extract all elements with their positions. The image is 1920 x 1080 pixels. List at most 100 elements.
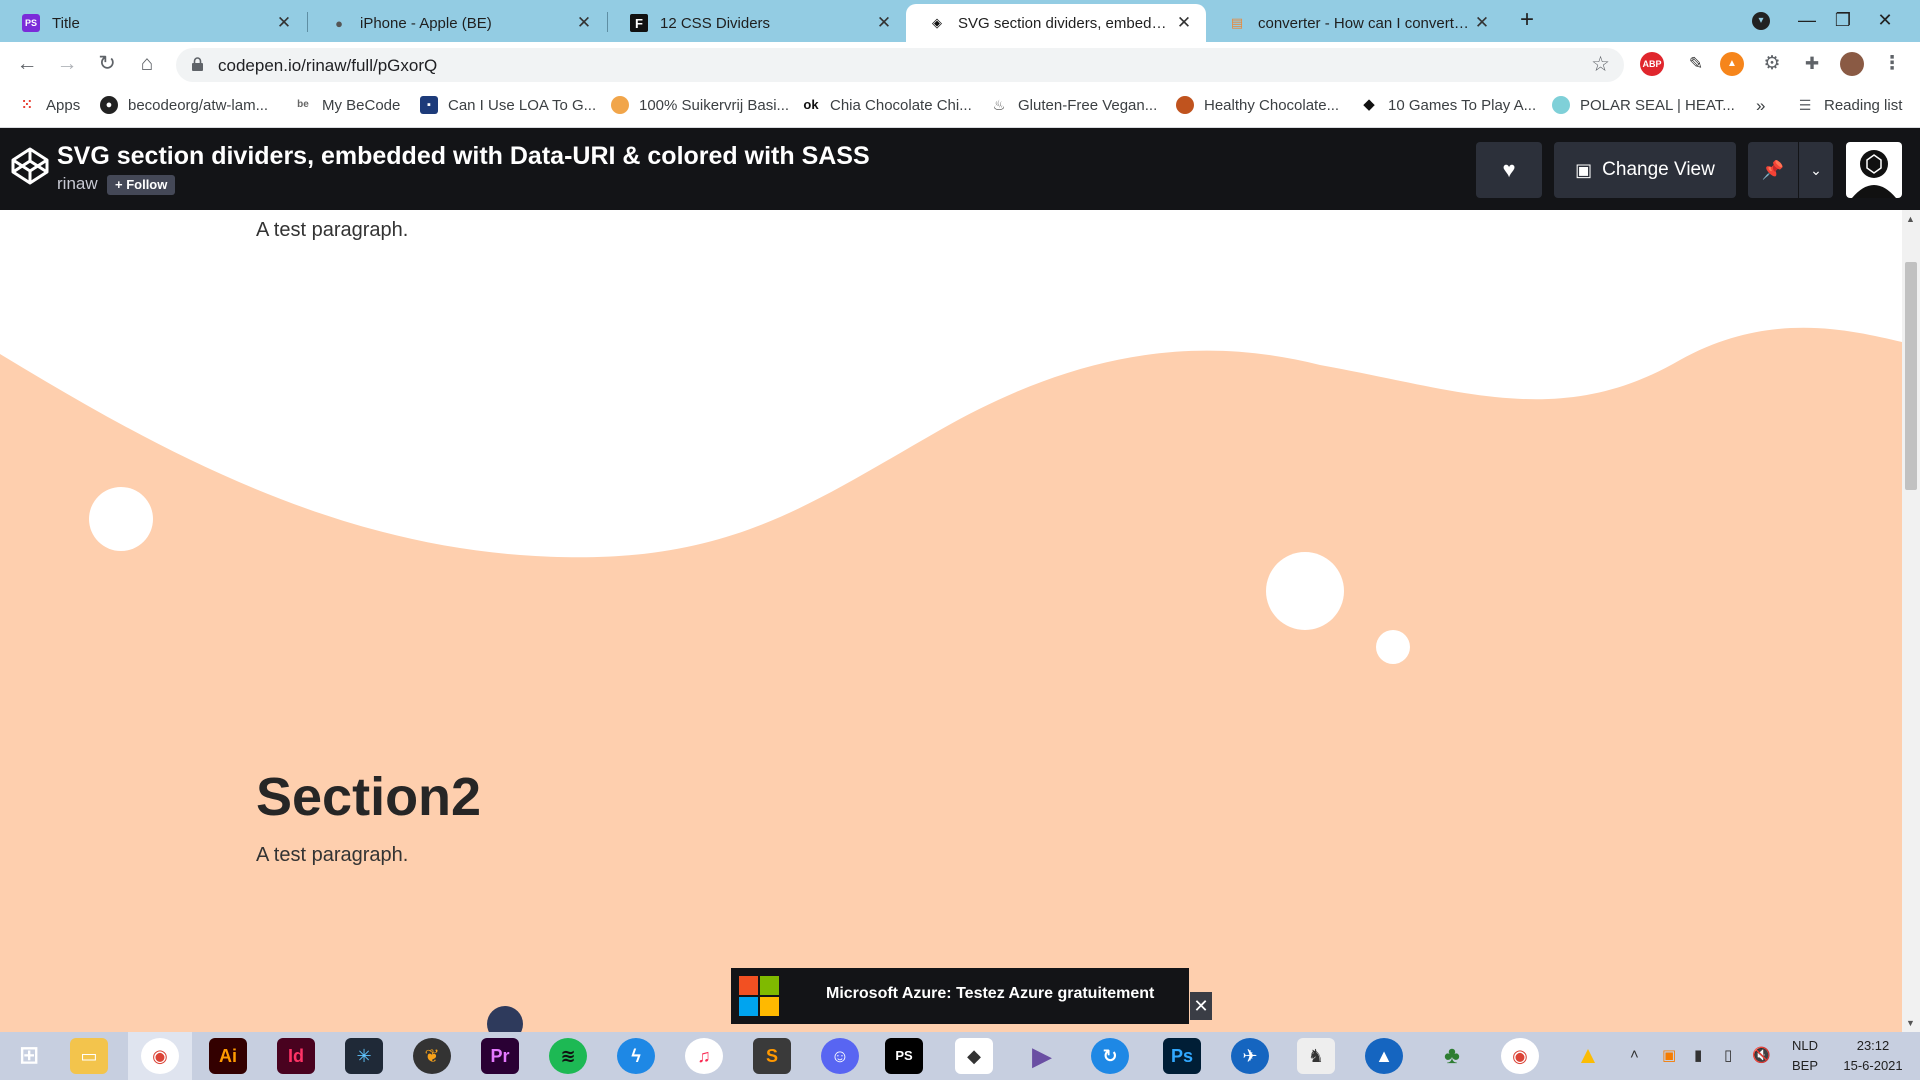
bookmarks-bar: ⁙ Apps ● becodeorg/atw-lam... be My BeCo… xyxy=(0,86,1920,128)
window-close-icon[interactable]: ✕ xyxy=(1862,0,1908,42)
chevron-down-icon: ⌄ xyxy=(1810,161,1822,178)
vertical-scrollbar[interactable]: ▲ ▼ xyxy=(1902,210,1920,1032)
input-language[interactable]: NLD BEP xyxy=(1792,1036,1818,1076)
reading-list-button[interactable]: ☰ Reading list xyxy=(1796,96,1903,114)
battery-icon[interactable]: ▯ xyxy=(1724,1046,1732,1064)
close-icon[interactable]: ✕ xyxy=(1472,13,1492,33)
sublime-icon[interactable]: S xyxy=(753,1038,791,1074)
scroll-down-icon[interactable]: ▼ xyxy=(1906,1018,1915,1028)
like-button[interactable]: ♥ xyxy=(1476,142,1542,198)
messenger-icon[interactable]: ϟ xyxy=(617,1038,655,1074)
premiere-icon[interactable]: Pr xyxy=(481,1038,519,1074)
bookmark-item[interactable]: Healthy Chocolate... xyxy=(1176,96,1339,114)
bookmark-item[interactable]: be My BeCode xyxy=(294,96,400,114)
network-app-icon[interactable]: ✈ xyxy=(1231,1038,1269,1074)
bookmark-star-icon[interactable]: ☆ xyxy=(1591,52,1610,77)
restore-icon[interactable]: ❐ xyxy=(1820,0,1866,42)
close-icon[interactable]: ✕ xyxy=(1174,13,1194,33)
gear-icon[interactable]: ⚙ xyxy=(1760,52,1784,76)
puzzle-icon[interactable]: ✚ xyxy=(1800,52,1824,76)
pen-author-link[interactable]: rinaw xyxy=(57,174,98,194)
address-bar[interactable]: codepen.io/rinaw/full/pGxorQ ☆ xyxy=(176,48,1624,82)
pen-extension-icon[interactable]: ✎ xyxy=(1684,52,1708,76)
file-explorer-icon[interactable]: ▭ xyxy=(70,1038,108,1074)
reload-icon[interactable]: ↻ xyxy=(93,50,121,78)
photoshop-icon[interactable]: Ps xyxy=(1163,1038,1201,1074)
bookmarks-overflow-button[interactable]: » xyxy=(1756,96,1765,116)
bookmark-item[interactable]: POLAR SEAL | HEAT... xyxy=(1552,96,1735,114)
bookmark-item[interactable]: ▪ Can I Use LOA To G... xyxy=(420,96,596,114)
sync-icon[interactable]: ↻ xyxy=(1091,1038,1129,1074)
back-icon[interactable]: ← xyxy=(13,50,41,78)
codepen-logo-icon[interactable] xyxy=(10,146,50,186)
tab-title[interactable]: PS Title ✕ xyxy=(0,4,306,42)
metamask-icon[interactable]: ▲ xyxy=(1720,52,1744,76)
clock[interactable]: 23:12 15-6-2021 xyxy=(1828,1036,1918,1076)
bookmark-item[interactable]: ♨ Gluten-Free Vegan... xyxy=(990,96,1158,114)
spotify-icon[interactable]: ≋ xyxy=(549,1038,587,1074)
forward-icon[interactable]: → xyxy=(53,50,81,78)
tab-label: iPhone - Apple (BE) xyxy=(360,14,492,32)
follow-button[interactable]: + Follow xyxy=(107,175,176,195)
adblock-icon[interactable]: ABP xyxy=(1640,52,1664,76)
phpstorm-taskbar-icon[interactable]: PS xyxy=(885,1038,923,1074)
fl-studio-icon[interactable]: ❦ xyxy=(413,1038,451,1074)
bookmark-item[interactable]: ◆ 10 Games To Play A... xyxy=(1360,96,1536,114)
bookmark-label: Chia Chocolate Chi... xyxy=(830,96,972,114)
drive-icon[interactable]: ▲ xyxy=(1569,1038,1607,1074)
pin-icon: 📌 xyxy=(1761,159,1785,180)
tray-app-icon[interactable]: ▣ xyxy=(1662,1046,1676,1064)
menu-icon[interactable]: ⋮ xyxy=(1880,52,1904,76)
bookmark-item[interactable]: ● becodeorg/atw-lam... xyxy=(100,96,268,114)
change-view-button[interactable]: ▣ Change View xyxy=(1554,142,1736,198)
home-icon[interactable]: ⌂ xyxy=(133,50,161,78)
volume-muted-icon[interactable]: 🔇 xyxy=(1752,1046,1771,1064)
bookmark-apps[interactable]: ⁙ Apps xyxy=(18,96,81,114)
apps-grid-icon: ⁙ xyxy=(21,97,33,112)
keyboard-layout: BEP xyxy=(1792,1058,1819,1073)
pin-dropdown-button[interactable]: ⌄ xyxy=(1799,142,1833,198)
user-avatar[interactable] xyxy=(1846,142,1902,198)
xd-icon[interactable]: ✳ xyxy=(345,1038,383,1074)
profile-avatar[interactable] xyxy=(1840,52,1864,76)
scroll-thumb[interactable] xyxy=(1905,262,1917,490)
windows-start-icon[interactable]: ⊞ xyxy=(10,1038,48,1074)
cake-icon xyxy=(1176,96,1194,114)
close-icon[interactable]: ✕ xyxy=(574,13,594,33)
tab-css-dividers[interactable]: F 12 CSS Dividers ✕ xyxy=(608,4,906,42)
illustrator-icon[interactable]: Ai xyxy=(209,1038,247,1074)
pin-button[interactable]: 📌 xyxy=(1748,142,1798,198)
play-icon[interactable]: ▶ xyxy=(1023,1038,1061,1074)
tab-svg-dividers[interactable]: ◈ SVG section dividers, embedded ✕ xyxy=(906,4,1206,42)
bookmark-item[interactable]: ok Chia Chocolate Chi... xyxy=(802,96,972,114)
change-view-label: Change View xyxy=(1602,159,1715,180)
pen-preview: A test paragraph. Section2 A test paragr… xyxy=(0,210,1902,1032)
tab-converter[interactable]: ▤ converter - How can I convert htm ✕ xyxy=(1206,4,1504,42)
lock-icon xyxy=(192,57,203,71)
tree-icon[interactable]: ♣ xyxy=(1433,1038,1471,1074)
tray-chevron-icon[interactable]: ˄ xyxy=(1630,1046,1639,1063)
bookmark-item[interactable]: 100% Suikervrij Basi... xyxy=(611,96,789,114)
bookmark-label: My BeCode xyxy=(322,96,401,114)
ad-close-icon[interactable]: ✕ xyxy=(1190,992,1212,1020)
discord-icon[interactable]: ☺ xyxy=(821,1038,859,1074)
squirrel-icon[interactable]: ♞ xyxy=(1297,1038,1335,1074)
tab-search-icon[interactable]: ▾ xyxy=(1752,12,1770,30)
chrome-alt-icon[interactable]: ◉ xyxy=(1501,1038,1539,1074)
network-icon[interactable]: ▮ xyxy=(1694,1046,1702,1064)
scroll-up-icon[interactable]: ▲ xyxy=(1906,214,1915,224)
git-icon[interactable]: ◆ xyxy=(955,1038,993,1074)
tab-iphone-apple[interactable]: ● iPhone - Apple (BE) ✕ xyxy=(308,4,606,42)
ad-banner[interactable]: Microsoft Azure: Testez Azure gratuiteme… xyxy=(731,968,1189,1024)
clock-time: 23:12 xyxy=(1856,1038,1890,1053)
clock-date: 15-6-2021 xyxy=(1843,1058,1903,1073)
chrome-icon[interactable]: ◉ xyxy=(141,1038,179,1074)
becode-icon: be xyxy=(297,99,309,110)
close-icon[interactable]: ✕ xyxy=(274,13,294,33)
indesign-icon[interactable]: Id xyxy=(277,1038,315,1074)
close-icon[interactable]: ✕ xyxy=(874,13,894,33)
new-tab-button[interactable]: + xyxy=(1520,6,1534,34)
bookmark-label: 10 Games To Play A... xyxy=(1388,96,1537,114)
itunes-icon[interactable]: ♫ xyxy=(685,1038,723,1074)
vpn-icon[interactable]: ▲ xyxy=(1365,1038,1403,1074)
